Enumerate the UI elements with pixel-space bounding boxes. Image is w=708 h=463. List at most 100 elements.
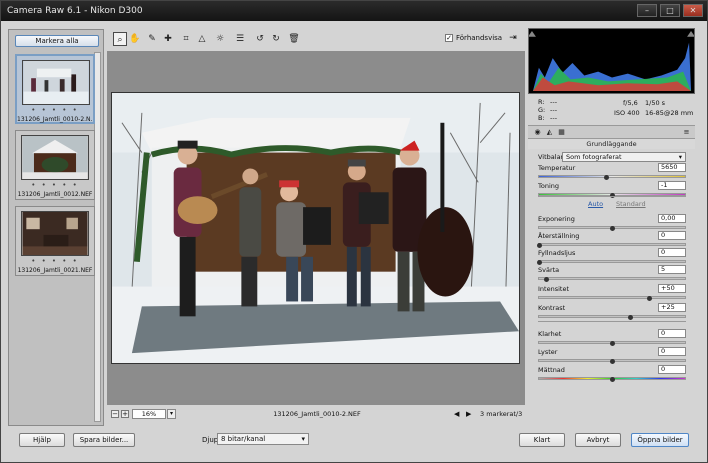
filmstrip-thumb-2[interactable]: • • • • • 131206_Jamtli_0012.NEF: [15, 130, 95, 200]
slider-value-field[interactable]: 0: [658, 329, 686, 338]
thumb-filename: 131206_Jamtli_0012.NEF: [17, 191, 93, 198]
spot-removal-icon[interactable]: ☼: [213, 32, 227, 46]
depth-select[interactable]: 8 bitar/kanal ▾: [217, 433, 309, 445]
slider-track[interactable]: [538, 277, 686, 282]
chevron-down-icon: ▾: [678, 153, 682, 161]
tab-detail-icon[interactable]: ▦: [557, 128, 566, 137]
slider-value-field[interactable]: 0,00: [658, 214, 686, 223]
depth-value: 8 bitar/kanal: [221, 435, 266, 443]
tab-tone-curve-icon[interactable]: ◭: [545, 128, 554, 137]
slider-value-field[interactable]: 0: [658, 248, 686, 257]
slider-label: Fyllnadsljus: [538, 249, 576, 257]
hand-icon[interactable]: ✋: [128, 32, 142, 46]
slider-track[interactable]: [537, 243, 686, 248]
slider-thumb[interactable]: [610, 226, 615, 231]
white-balance-icon[interactable]: ✎: [145, 32, 159, 46]
slider-label: Lyster: [538, 348, 558, 356]
zoom-level-field[interactable]: 16%: [132, 409, 166, 419]
slider-track[interactable]: [538, 296, 686, 301]
zoom-dropdown[interactable]: ▾: [167, 409, 176, 419]
slider-value-field[interactable]: 5: [658, 265, 686, 274]
slider-track[interactable]: [538, 226, 686, 231]
filmstrip-scrollbar[interactable]: [94, 52, 101, 422]
slider-track[interactable]: [538, 175, 686, 180]
zoom-out-button[interactable]: −: [111, 410, 119, 418]
slider-label: Exponering: [538, 215, 575, 223]
slider-thumb[interactable]: [627, 315, 633, 320]
slider-label: Återställning: [538, 232, 580, 240]
slider-track[interactable]: [537, 260, 686, 265]
minimize-button[interactable]: –: [637, 4, 657, 17]
slider-thumb[interactable]: [610, 341, 615, 346]
thumb-filename: 131206_Jamtli_0010-2.N...: [17, 116, 93, 123]
slider-value-field[interactable]: -1: [658, 181, 686, 190]
color-sampler-icon[interactable]: ✚: [161, 32, 175, 46]
slider-value-field[interactable]: 0: [658, 365, 686, 374]
panel-menu-icon[interactable]: ≡: [682, 128, 691, 137]
preview-checkbox[interactable]: ✓ Förhandsvisa: [445, 34, 502, 42]
slider-thumb[interactable]: [610, 377, 615, 382]
crop-icon[interactable]: ⌗: [179, 32, 193, 46]
auto-link[interactable]: Auto: [588, 200, 603, 208]
slider-track[interactable]: [538, 315, 686, 320]
slider-thumb[interactable]: [610, 359, 615, 364]
close-button[interactable]: ✕: [683, 4, 703, 17]
slider-thumb[interactable]: [646, 296, 652, 301]
slider-value-field[interactable]: 0: [658, 347, 686, 356]
slider-label: Toning: [538, 182, 560, 190]
toolbar: ⌕ ✋ ✎ ✚ ⌗ △ ☼ ☰ ↺ ↻ 🗑 ✓ Förhandsvisa ⇥: [109, 29, 523, 49]
preview-canvas[interactable]: [107, 51, 525, 405]
cancel-button[interactable]: Avbryt: [575, 433, 621, 447]
slider-label: Temperatur: [538, 164, 576, 172]
help-button[interactable]: Hjälp: [19, 433, 65, 447]
filmstrip-thumb-3[interactable]: • • • • • 131206_Jamtli_0021.NEF: [15, 206, 95, 276]
checkbox-box[interactable]: ✓: [445, 34, 453, 42]
slider-thumb[interactable]: [537, 260, 542, 265]
rating-stars[interactable]: • • • • •: [16, 181, 94, 189]
slider-track[interactable]: [538, 341, 686, 346]
r-value: ---: [550, 98, 558, 106]
slider-value-field[interactable]: 0: [658, 231, 686, 240]
maximize-button[interactable]: □: [660, 4, 680, 17]
save-images-button[interactable]: Spara bilder...: [73, 433, 135, 447]
prev-image-icon[interactable]: ◀: [454, 410, 459, 418]
slider-thumb[interactable]: [544, 277, 550, 282]
slider-label: Klarhet: [538, 330, 562, 338]
slider-track[interactable]: [538, 377, 686, 382]
preview-photo: [111, 92, 520, 364]
done-button[interactable]: Klart: [519, 433, 565, 447]
wb-value: Som fotograferat: [566, 153, 622, 161]
window-title: Camera Raw 6.1 - Nikon D300: [7, 6, 143, 16]
b-label: B:: [538, 114, 545, 122]
slider-thumb[interactable]: [604, 175, 610, 180]
slider-thumb[interactable]: [537, 243, 542, 248]
rotate-left-icon[interactable]: ↺: [253, 32, 267, 46]
slider-value-field[interactable]: +50: [658, 284, 686, 293]
camera-info: R: --- G: --- B: --- f/5,6 1/50 s ISO 40…: [528, 95, 695, 125]
straighten-icon[interactable]: △: [195, 32, 209, 46]
title-bar: Camera Raw 6.1 - Nikon D300 – □ ✕: [1, 1, 707, 21]
panel-tabs: ◉ ◭ ▦ ≡: [528, 125, 695, 139]
thumb-filename: 131206_Jamtli_0021.NEF: [17, 267, 93, 274]
rating-stars[interactable]: • • • • •: [16, 257, 94, 265]
white-balance-select[interactable]: Som fotograferat ▾: [562, 152, 686, 162]
list-icon[interactable]: ☰: [233, 32, 247, 46]
slider-track[interactable]: [538, 359, 686, 364]
filmstrip-thumb-1[interactable]: • • • • • 131206_Jamtli_0010-2.N...: [15, 54, 95, 124]
g-label: G:: [538, 106, 546, 114]
tab-basic-icon[interactable]: ◉: [533, 128, 542, 137]
zoom-in-button[interactable]: +: [121, 410, 129, 418]
next-image-icon[interactable]: ▶: [466, 410, 471, 418]
slider-value-field[interactable]: 5650: [658, 163, 686, 172]
rotate-right-icon[interactable]: ↻: [269, 32, 283, 46]
preview-label: Förhandsvisa: [456, 34, 503, 42]
open-images-button[interactable]: Öppna bilder: [631, 433, 689, 447]
rating-stars[interactable]: • • • • •: [17, 106, 93, 114]
slider-value-field[interactable]: +25: [658, 303, 686, 312]
r-label: R:: [538, 98, 545, 106]
zoom-icon[interactable]: ⌕: [113, 32, 127, 46]
trash-icon[interactable]: 🗑: [287, 32, 301, 46]
standard-link[interactable]: Standard: [616, 200, 646, 208]
fullscreen-icon[interactable]: ⇥: [507, 32, 519, 44]
select-all-button[interactable]: Markera alla: [15, 35, 99, 47]
